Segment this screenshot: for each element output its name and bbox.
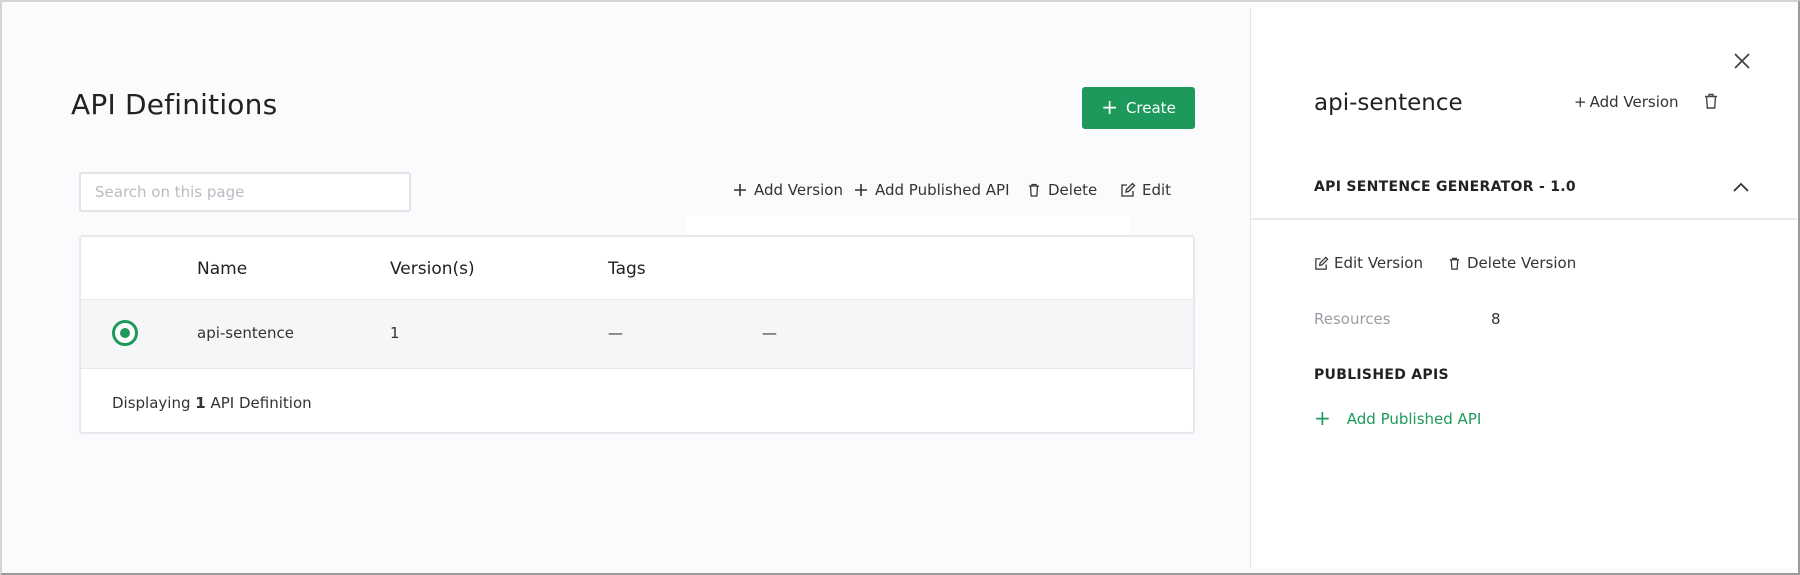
- add-published-api-label: Add Published API: [875, 181, 1010, 199]
- close-icon[interactable]: [1731, 50, 1753, 72]
- add-version-label: Add Version: [754, 181, 843, 199]
- delete-label: Delete: [1048, 181, 1098, 199]
- create-button-label: Create: [1125, 99, 1176, 117]
- trash-icon: [1029, 183, 1039, 197]
- plus-icon: [855, 184, 867, 196]
- app-frame: API Definitions + Create Add Version Add…: [0, 0, 1800, 575]
- tags-cell: —: [608, 324, 623, 342]
- row-select-radio[interactable]: [112, 320, 138, 346]
- edit-version-button[interactable]: Edit Version: [1314, 254, 1423, 272]
- edit-icon: [1315, 256, 1329, 270]
- add-published-api-link-label: Add Published API: [1346, 410, 1482, 428]
- panel-add-version-label: Add Version: [1589, 93, 1679, 111]
- create-button[interactable]: + Create: [1082, 87, 1195, 129]
- resources-label: Resources: [1314, 310, 1391, 328]
- panel-add-version-button[interactable]: + Add Version: [1574, 93, 1679, 111]
- edit-icon: [1121, 182, 1136, 197]
- column-header-tags[interactable]: Tags: [608, 259, 646, 279]
- plus-icon: +: [1574, 93, 1587, 111]
- api-definitions-table: Name Version(s) Tags api-sentence 1 — — …: [79, 235, 1195, 434]
- chevron-up-icon[interactable]: [1731, 178, 1751, 198]
- api-name-cell: api-sentence: [197, 324, 294, 342]
- edit-button[interactable]: Edit: [1120, 181, 1171, 199]
- panel-title: api-sentence: [1314, 90, 1463, 116]
- delete-version-button[interactable]: Delete Version: [1447, 254, 1576, 272]
- footer-prefix: Displaying: [112, 394, 191, 412]
- table-row[interactable]: api-sentence 1 — —: [81, 300, 1193, 369]
- page-title: API Definitions: [71, 88, 278, 121]
- delete-button[interactable]: Delete: [1026, 181, 1097, 199]
- details-panel: api-sentence + Add Version API SENTENCE …: [1250, 8, 1797, 568]
- column-header-name[interactable]: Name: [197, 259, 247, 279]
- versions-cell: 1: [390, 324, 400, 342]
- api-definitions-page: API Definitions + Create Add Version Add…: [10, 8, 1248, 568]
- trash-icon: [1449, 257, 1460, 270]
- plus-icon: [734, 184, 746, 196]
- plus-icon: +: [1314, 406, 1331, 430]
- plus-icon: +: [1101, 95, 1118, 119]
- delete-version-label: Delete Version: [1467, 254, 1577, 272]
- column-header-versions[interactable]: Version(s): [390, 259, 475, 279]
- version-section-heading[interactable]: API SENTENCE GENERATOR - 1.0: [1314, 179, 1576, 195]
- table-footer: Displaying 1 API Definition: [112, 394, 312, 412]
- add-published-api-button[interactable]: Add Published API: [853, 181, 1010, 199]
- search-input[interactable]: [79, 172, 411, 212]
- edit-label: Edit: [1142, 181, 1172, 199]
- footer-suffix: API Definition: [210, 394, 312, 412]
- section-divider: [1251, 218, 1797, 220]
- toolbar-backdrop: [687, 215, 1131, 237]
- resources-value: 8: [1491, 310, 1501, 328]
- footer-count: 1: [195, 394, 206, 412]
- add-version-button[interactable]: Add Version: [732, 181, 843, 199]
- add-published-api-link[interactable]: + Add Published API: [1314, 406, 1482, 430]
- published-apis-heading: PUBLISHED APIS: [1314, 367, 1449, 383]
- edit-version-label: Edit Version: [1334, 254, 1423, 272]
- extra-cell: —: [762, 324, 777, 342]
- trash-icon[interactable]: [1702, 92, 1720, 110]
